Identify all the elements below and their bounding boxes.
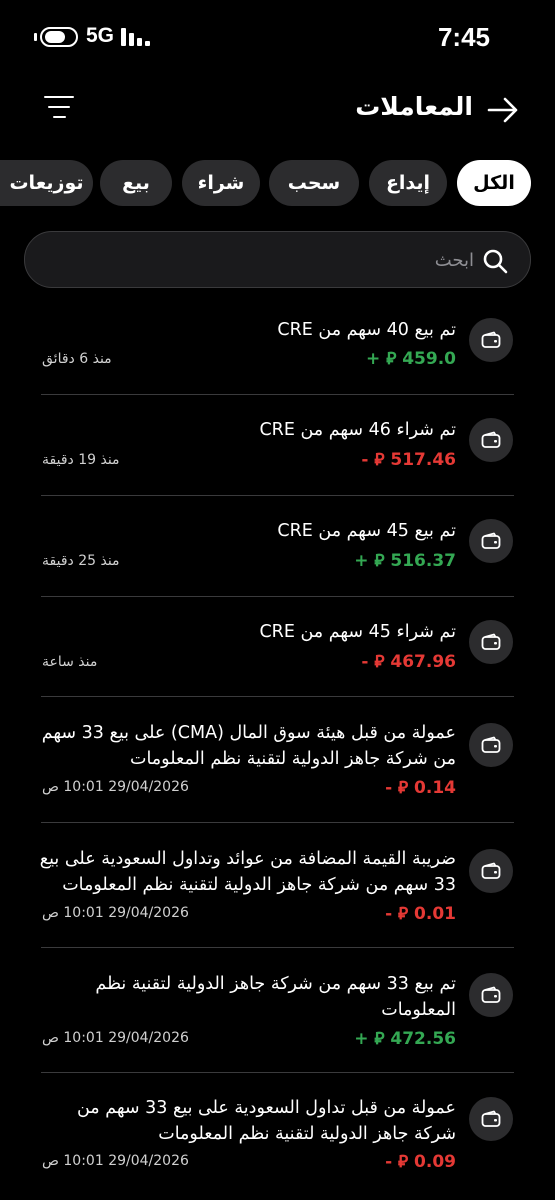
- transaction-row[interactable]: تم بيع 33 سهم من شركة جاهز الدولية لتقني…: [0, 948, 555, 1073]
- transaction-row[interactable]: تم بيع 45 سهم من CRE + ⃁ 516.37 منذ 25 د…: [0, 496, 555, 597]
- transaction-amount: - ⃁ 517.46: [361, 450, 456, 470]
- wallet-icon: [469, 519, 513, 563]
- transaction-amount: + ⃁ 472.56: [354, 1029, 456, 1049]
- transaction-time: منذ 25 دقيقة: [42, 553, 120, 569]
- clock: 7:45: [437, 22, 490, 52]
- chip-deposit[interactable]: إيداع: [369, 160, 447, 206]
- wallet-icon: [469, 620, 513, 664]
- transaction-row[interactable]: ضريبة القيمة المضافة من عوائد وتداول الس…: [0, 823, 555, 948]
- transaction-title: ضريبة القيمة المضافة من عوائد وتداول الس…: [39, 849, 456, 895]
- wallet-icon: [469, 318, 513, 362]
- transaction-time: 29/04/2026 10:01 ص: [42, 1153, 189, 1169]
- chip-all[interactable]: الكل: [457, 160, 531, 206]
- transaction-row[interactable]: تم شراء 45 سهم من CRE - ⃁ 467.96 منذ ساع…: [0, 597, 555, 697]
- header: المعاملات: [0, 80, 555, 140]
- chip-dividends[interactable]: توزيعات: [0, 160, 93, 206]
- arrow-right-icon[interactable]: [486, 95, 520, 125]
- transaction-row[interactable]: تم شراء 46 سهم من CRE - ⃁ 517.46 منذ 19 …: [0, 395, 555, 496]
- transaction-amount: - ⃁ 0.14: [385, 778, 456, 798]
- transaction-amount: + ⃁ 516.37: [354, 551, 456, 571]
- wallet-icon: [469, 849, 513, 893]
- transaction-amount: - ⃁ 0.01: [385, 904, 456, 924]
- search-bar[interactable]: [24, 231, 531, 288]
- transaction-time: 29/04/2026 10:01 ص: [42, 779, 189, 795]
- chip-buy[interactable]: شراء: [182, 160, 260, 206]
- chip-sell[interactable]: بيع: [100, 160, 172, 206]
- signal-icon: [121, 28, 151, 46]
- network-type: 5G: [86, 24, 115, 47]
- transaction-row[interactable]: تم بيع 40 سهم من CRE + ⃁ 459.0 منذ 6 دقا…: [0, 296, 555, 395]
- transaction-amount: - ⃁ 0.09: [385, 1152, 456, 1172]
- chip-withdraw[interactable]: سحب: [269, 160, 359, 206]
- search-input[interactable]: [74, 244, 474, 276]
- transaction-row[interactable]: عمولة من قبل هيئة سوق المال (CMA) على بي…: [0, 697, 555, 823]
- transaction-time: منذ ساعة: [42, 654, 98, 670]
- search-icon: [483, 249, 508, 274]
- wallet-icon: [469, 418, 513, 462]
- transaction-title: تم بيع 45 سهم من CRE: [277, 521, 456, 541]
- filter-chips: الكل إيداع سحب شراء بيع توزيعات: [0, 160, 555, 208]
- transaction-time: منذ 19 دقيقة: [42, 452, 120, 468]
- transaction-time: 29/04/2026 10:01 ص: [42, 905, 189, 921]
- transaction-amount: + ⃁ 459.0: [366, 349, 456, 369]
- battery-icon: [40, 27, 78, 47]
- page-title: المعاملات: [355, 92, 473, 121]
- transaction-title: تم بيع 33 سهم من شركة جاهز الدولية لتقني…: [95, 974, 456, 1020]
- battery-nub: [34, 33, 37, 41]
- filter-lines-icon[interactable]: [44, 94, 76, 122]
- transaction-title: تم شراء 45 سهم من CRE: [259, 622, 456, 642]
- status-bar: 5G 7:45: [0, 0, 555, 75]
- wallet-icon: [469, 1097, 513, 1141]
- transaction-title: تم شراء 46 سهم من CRE: [259, 420, 456, 440]
- transaction-title: عمولة من قبل تداول السعودية على بيع 33 س…: [76, 1098, 456, 1144]
- transaction-time: 29/04/2026 10:01 ص: [42, 1030, 189, 1046]
- transaction-row[interactable]: عمولة من قبل تداول السعودية على بيع 33 س…: [0, 1073, 555, 1200]
- wallet-icon: [469, 723, 513, 767]
- transaction-time: منذ 6 دقائق: [42, 351, 112, 367]
- transaction-title: تم بيع 40 سهم من CRE: [277, 320, 456, 340]
- transactions-list: تم بيع 40 سهم من CRE + ⃁ 459.0 منذ 6 دقا…: [0, 296, 555, 1200]
- transaction-amount: - ⃁ 467.96: [361, 652, 456, 672]
- transaction-title: عمولة من قبل هيئة سوق المال (CMA) على بي…: [41, 723, 456, 769]
- wallet-icon: [469, 973, 513, 1017]
